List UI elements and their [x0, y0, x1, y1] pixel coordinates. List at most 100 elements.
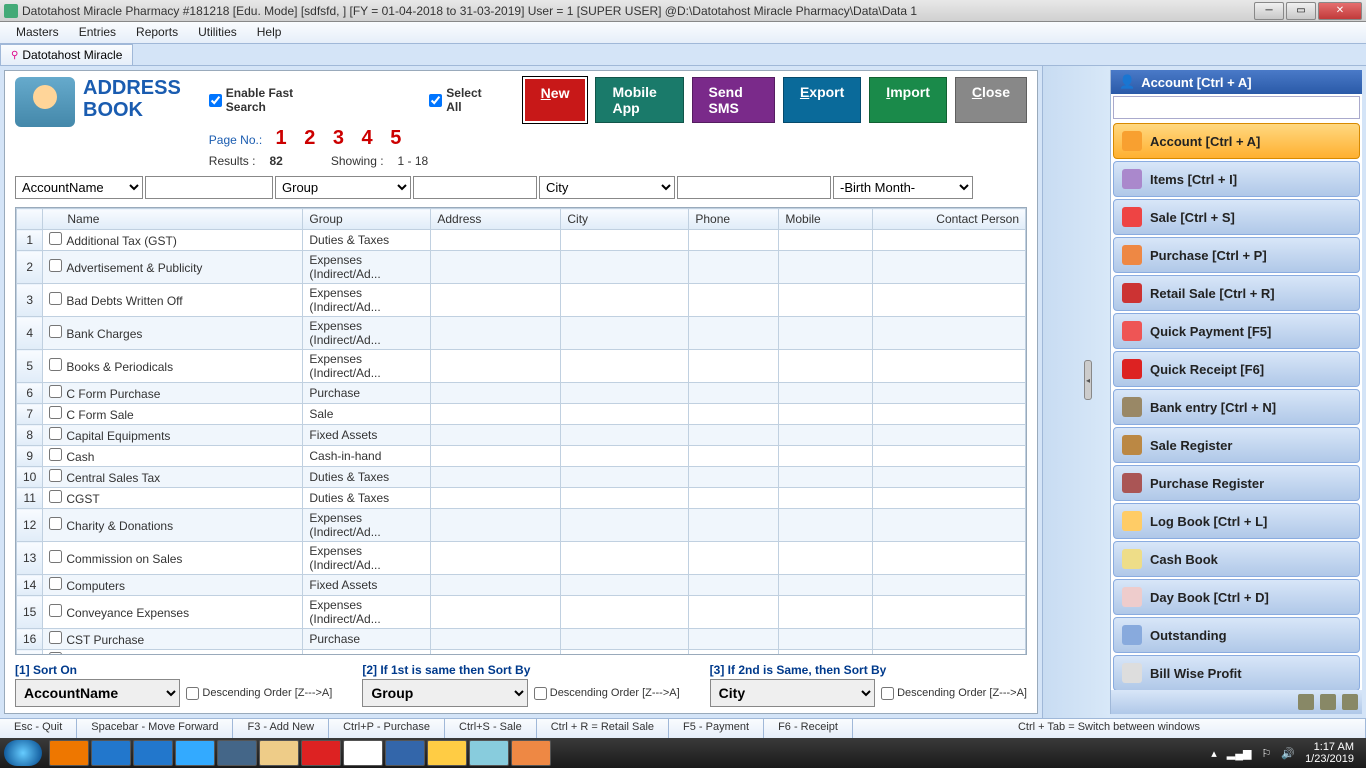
sidebar-item[interactable]: Quick Payment [F5]: [1113, 313, 1360, 349]
sidebar-item[interactable]: Sale [Ctrl + S]: [1113, 199, 1360, 235]
col-name[interactable]: Name: [43, 209, 303, 230]
filter-city-select[interactable]: City: [539, 176, 675, 199]
row-check[interactable]: [49, 550, 62, 563]
row-check[interactable]: [49, 427, 62, 440]
task-icon[interactable]: [427, 740, 467, 766]
col-phone[interactable]: Phone: [689, 209, 779, 230]
table-row[interactable]: 15 Conveyance Expenses Expenses (Indirec…: [17, 596, 1026, 629]
sort3-desc[interactable]: Descending Order [Z--->A]: [881, 687, 1027, 700]
splitter-handle[interactable]: ◂: [1084, 360, 1092, 400]
filter-group-select[interactable]: Group: [275, 176, 411, 199]
task-icon[interactable]: [217, 740, 257, 766]
sort1-desc[interactable]: Descending Order [Z--->A]: [186, 687, 332, 700]
row-check[interactable]: [49, 490, 62, 503]
enable-fast-search-input[interactable]: [209, 94, 222, 107]
table-row[interactable]: 10 Central Sales Tax Duties & Taxes: [17, 467, 1026, 488]
sidebar-item[interactable]: Items [Ctrl + I]: [1113, 161, 1360, 197]
sidebar-item[interactable]: Log Book [Ctrl + L]: [1113, 503, 1360, 539]
sidebar-item[interactable]: Outstanding: [1113, 617, 1360, 653]
col-group[interactable]: Group: [303, 209, 431, 230]
row-check[interactable]: [49, 232, 62, 245]
sidebar-item[interactable]: Purchase [Ctrl + P]: [1113, 237, 1360, 273]
tray-vol-icon[interactable]: 🔊: [1281, 747, 1295, 760]
table-row[interactable]: 11 CGST Duties & Taxes: [17, 488, 1026, 509]
row-check[interactable]: [49, 259, 62, 272]
task-icon[interactable]: [511, 740, 551, 766]
sidebar-item[interactable]: Retail Sale [Ctrl + R]: [1113, 275, 1360, 311]
col-contact[interactable]: Contact Person: [873, 209, 1026, 230]
menu-masters[interactable]: Masters: [6, 22, 69, 43]
fkey-ctrlp[interactable]: Ctrl+P - Purchase: [329, 719, 445, 738]
task-icon[interactable]: [49, 740, 89, 766]
sidebar-item[interactable]: Quick Receipt [F6]: [1113, 351, 1360, 387]
sort2-desc[interactable]: Descending Order [Z--->A]: [534, 687, 680, 700]
page-numbers[interactable]: 1 2 3 4 5: [276, 127, 408, 149]
row-check[interactable]: [49, 469, 62, 482]
fkey-ctrltab[interactable]: Ctrl + Tab = Switch between windows: [853, 719, 1366, 738]
table-row[interactable]: 16 CST Purchase Purchase: [17, 629, 1026, 650]
sidebar-item[interactable]: Account [Ctrl + A]: [1113, 123, 1360, 159]
fkey-space[interactable]: Spacebar - Move Forward: [77, 719, 233, 738]
sidebar-item[interactable]: Bank entry [Ctrl + N]: [1113, 389, 1360, 425]
close-button[interactable]: Close: [955, 77, 1027, 123]
sort1-select[interactable]: AccountName: [15, 679, 180, 707]
task-icon[interactable]: [343, 740, 383, 766]
menu-help[interactable]: Help: [247, 22, 292, 43]
sidebar-item[interactable]: Bill Wise Profit: [1113, 655, 1360, 690]
fkey-f5[interactable]: F5 - Payment: [669, 719, 764, 738]
row-check[interactable]: [49, 292, 62, 305]
task-icon[interactable]: [259, 740, 299, 766]
tray-flag-icon[interactable]: ⚐: [1261, 747, 1271, 760]
table-row[interactable]: 6 C Form Purchase Purchase: [17, 383, 1026, 404]
row-check[interactable]: [49, 385, 62, 398]
enable-fast-search-check[interactable]: Enable Fast Search: [209, 86, 327, 114]
filter-accountname-select[interactable]: AccountName: [15, 176, 143, 199]
table-row[interactable]: 8 Capital Equipments Fixed Assets: [17, 425, 1026, 446]
fkey-ctrlr[interactable]: Ctrl + R = Retail Sale: [537, 719, 669, 738]
export-button[interactable]: Export: [783, 77, 861, 123]
row-check[interactable]: [49, 448, 62, 461]
start-button[interactable]: [4, 740, 42, 766]
filter-group-input[interactable]: [413, 176, 537, 199]
mobile-app-button[interactable]: Mobile App: [595, 77, 683, 123]
task-icon[interactable]: [91, 740, 131, 766]
fkey-f6[interactable]: F6 - Receipt: [764, 719, 853, 738]
table-row[interactable]: 14 Computers Fixed Assets: [17, 575, 1026, 596]
row-check[interactable]: [49, 358, 62, 371]
table-row[interactable]: 3 Bad Debts Written Off Expenses (Indire…: [17, 284, 1026, 317]
task-icon[interactable]: [175, 740, 215, 766]
row-check[interactable]: [49, 652, 62, 655]
sidebar-item[interactable]: Day Book [Ctrl + D]: [1113, 579, 1360, 615]
new-button[interactable]: New: [523, 77, 588, 123]
row-check[interactable]: [49, 577, 62, 590]
sort2-select[interactable]: Group: [362, 679, 527, 707]
tray-wifi-icon[interactable]: ▂▄▆: [1227, 747, 1252, 760]
col-address[interactable]: Address: [431, 209, 561, 230]
filter-city-input[interactable]: [677, 176, 831, 199]
fkey-esc[interactable]: Esc - Quit: [0, 719, 77, 738]
sidebar-item[interactable]: Sale Register: [1113, 427, 1360, 463]
footer-icon-3[interactable]: [1342, 694, 1358, 710]
minimize-button[interactable]: ─: [1254, 2, 1284, 20]
sidebar-item[interactable]: Cash Book: [1113, 541, 1360, 577]
select-all-check[interactable]: Select All: [429, 86, 494, 114]
task-icon[interactable]: [301, 740, 341, 766]
col-city[interactable]: City: [561, 209, 689, 230]
table-row[interactable]: 17 CST Sales Sale: [17, 650, 1026, 656]
sort3-select[interactable]: City: [710, 679, 875, 707]
menu-utilities[interactable]: Utilities: [188, 22, 247, 43]
table-row[interactable]: 13 Commission on Sales Expenses (Indirec…: [17, 542, 1026, 575]
table-row[interactable]: 1 Additional Tax (GST) Duties & Taxes: [17, 230, 1026, 251]
row-check[interactable]: [49, 325, 62, 338]
fkey-ctrls[interactable]: Ctrl+S - Sale: [445, 719, 537, 738]
col-rownum[interactable]: [17, 209, 43, 230]
import-button[interactable]: Import: [869, 77, 947, 123]
send-sms-button[interactable]: Send SMS: [692, 77, 775, 123]
table-row[interactable]: 7 C Form Sale Sale: [17, 404, 1026, 425]
table-row[interactable]: 4 Bank Charges Expenses (Indirect/Ad...: [17, 317, 1026, 350]
menu-entries[interactable]: Entries: [69, 22, 126, 43]
tray-clock[interactable]: 1:17 AM 1/23/2019: [1305, 741, 1354, 765]
row-check[interactable]: [49, 604, 62, 617]
system-tray[interactable]: ▴ ▂▄▆ ⚐ 🔊 1:17 AM 1/23/2019: [1211, 741, 1362, 765]
footer-icon-2[interactable]: [1320, 694, 1336, 710]
